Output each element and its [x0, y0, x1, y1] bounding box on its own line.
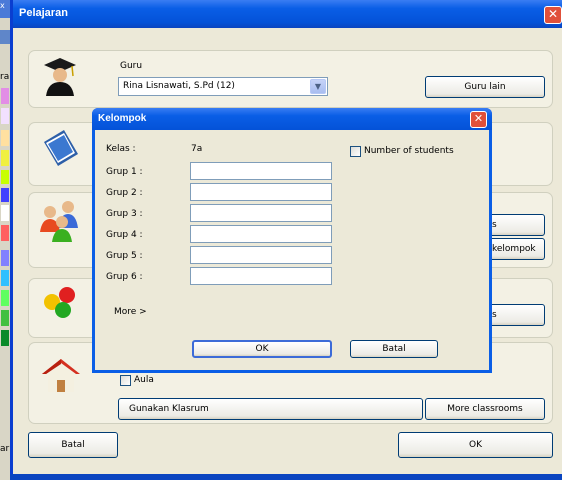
- colored-balls-icon: [44, 287, 75, 318]
- groups-button-label: kelompok: [492, 244, 536, 254]
- class-value: 7a: [191, 144, 203, 154]
- people-group-icon: [40, 201, 78, 242]
- teacher-select-dropdown[interactable]: ▼: [310, 79, 326, 94]
- close-button[interactable]: ✕: [544, 6, 562, 24]
- other-teacher-button[interactable]: Guru lain: [425, 76, 545, 98]
- number-of-students-label: Number of students: [364, 146, 454, 156]
- teacher-select-value: Rina Lisnawati, S.Pd (12): [123, 81, 235, 91]
- use-classroom-button-label: Gunakan Klasrum: [129, 404, 209, 414]
- number-of-students-checkbox[interactable]: [350, 146, 361, 157]
- house-icon: [42, 359, 80, 392]
- groups-dialog: Kelompok ✕ Kelas : 7a Number of students…: [92, 108, 492, 373]
- group-label: Grup 4 :: [106, 230, 143, 240]
- dialog-close-button[interactable]: ✕: [470, 111, 487, 128]
- bg-partial-text: ra: [0, 72, 10, 82]
- window-bottom-border: [10, 474, 562, 480]
- book-icon: [44, 130, 78, 166]
- close-icon: ✕: [473, 112, 484, 125]
- background-app-strip: x ra ar: [0, 0, 10, 480]
- group-label: Grup 6 :: [106, 272, 143, 282]
- bg-close-icon: x: [0, 0, 10, 18]
- title-bar: Pelajaran ✕: [13, 0, 562, 28]
- window-title: Pelajaran: [19, 7, 68, 19]
- teacher-select[interactable]: Rina Lisnawati, S.Pd (12) ▼: [118, 77, 328, 96]
- dialog-ok-button[interactable]: OK: [192, 340, 332, 358]
- group-input[interactable]: [190, 204, 332, 222]
- close-icon: ✕: [547, 7, 559, 21]
- dialog-cancel-button[interactable]: Batal: [350, 340, 438, 358]
- students-button-label: s: [492, 220, 497, 230]
- aula-checkbox[interactable]: [120, 375, 131, 386]
- class-label: Kelas :: [106, 144, 136, 154]
- dialog-body: Kelas : 7a Number of students Grup 1 : G…: [95, 130, 489, 370]
- chevron-down-icon: ▼: [314, 82, 322, 91]
- ok-button[interactable]: OK: [398, 432, 553, 458]
- teacher-label: Guru: [120, 61, 143, 71]
- group-input[interactable]: [190, 246, 332, 264]
- group-label: Grup 1 :: [106, 167, 143, 177]
- group-label: Grup 5 :: [106, 251, 143, 261]
- colors-button-label: s: [492, 310, 497, 320]
- graduate-icon: [44, 58, 76, 96]
- group-label: Grup 2 :: [106, 188, 143, 198]
- group-label: Grup 3 :: [106, 209, 143, 219]
- bg-partial-text: ar: [0, 444, 10, 454]
- group-input[interactable]: [190, 162, 332, 180]
- group-input[interactable]: [190, 225, 332, 243]
- more-classrooms-button[interactable]: More classrooms: [425, 398, 545, 420]
- use-classroom-button[interactable]: Gunakan Klasrum: [118, 398, 423, 420]
- dialog-title: Kelompok: [98, 113, 147, 124]
- group-input[interactable]: [190, 183, 332, 201]
- cancel-button[interactable]: Batal: [28, 432, 118, 458]
- aula-label: Aula: [134, 375, 154, 385]
- group-input[interactable]: [190, 267, 332, 285]
- more-link[interactable]: More >: [114, 307, 147, 317]
- dialog-title-bar: Kelompok ✕: [92, 108, 492, 130]
